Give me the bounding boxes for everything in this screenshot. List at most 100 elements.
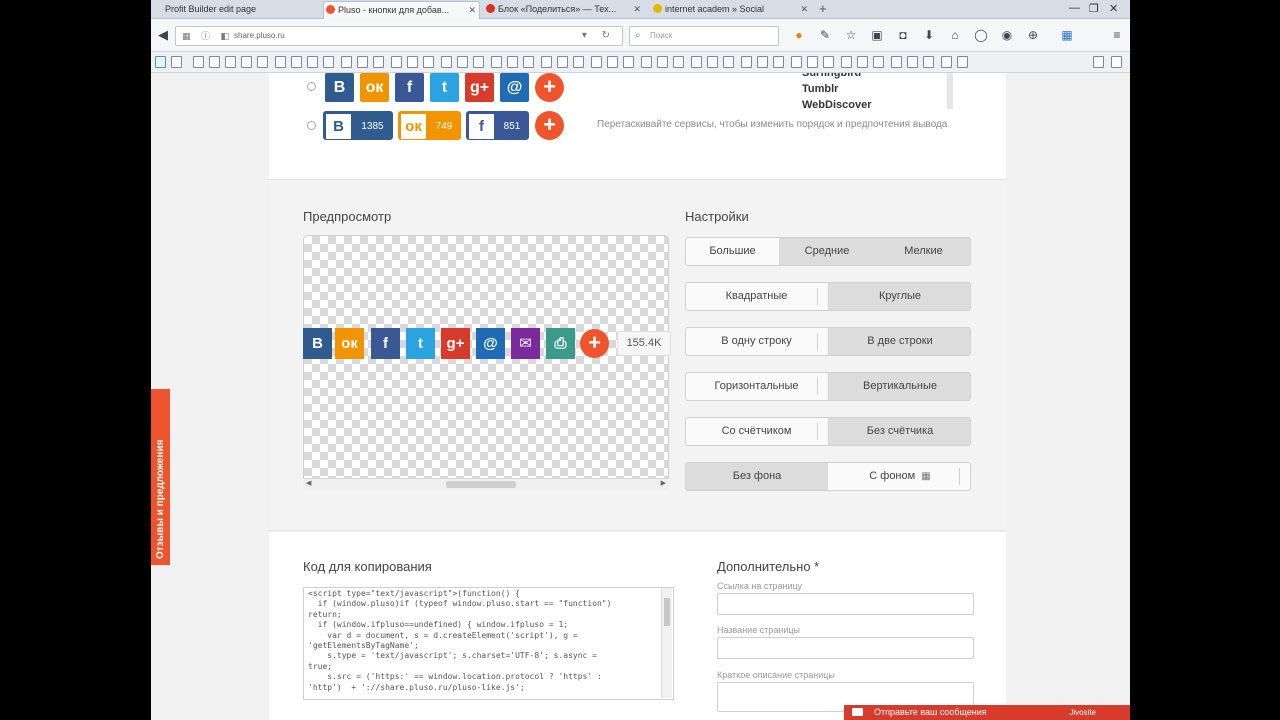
reload-icon[interactable]: ▾ ↻ [582, 27, 616, 45]
scroll-thumb[interactable] [664, 598, 670, 626]
bookmark-icon[interactable] [807, 56, 818, 68]
chat-bubble-icon[interactable]: ◯ [973, 27, 989, 43]
rows-two-option[interactable]: В две строки [828, 328, 970, 355]
bookmark-icon[interactable] [407, 56, 418, 68]
bookmark-icon[interactable] [507, 56, 518, 68]
bookmark-icon[interactable] [691, 56, 702, 68]
bookmark-icon[interactable] [457, 56, 468, 68]
bookmark-icon[interactable] [225, 56, 236, 68]
clipboard-icon[interactable]: ▣ [869, 27, 885, 43]
download-icon[interactable]: ⬇ [921, 27, 937, 43]
bookmark-icon[interactable] [741, 56, 752, 68]
bookmark-icon[interactable] [275, 56, 286, 68]
bookmark-icon[interactable] [209, 56, 220, 68]
orientation-horizontal-option[interactable]: Горизонтальные [686, 373, 827, 400]
twitter-share-icon[interactable]: t [406, 328, 435, 359]
bookmark-icon[interactable] [957, 56, 968, 68]
bookmark-icon[interactable] [673, 56, 684, 68]
tab-pluso[interactable]: Pluso - кнопки для добав... ✕ [323, 1, 480, 19]
with-counter-option[interactable]: Со счётчиком [686, 418, 827, 445]
bookmark-icon[interactable] [193, 56, 204, 68]
facebook-share-icon[interactable]: f [371, 328, 400, 359]
search-input[interactable]: ⌕ Поиск [629, 26, 779, 46]
bookmark-icon[interactable] [291, 56, 302, 68]
bookmark-icon[interactable] [641, 56, 652, 68]
scroll-right-icon[interactable]: ▶ [661, 479, 666, 487]
google-plus-share-icon[interactable]: g+ [441, 328, 470, 359]
bookmark-icon[interactable] [823, 56, 834, 68]
bookmark-icon[interactable] [373, 56, 384, 68]
bookmark-icon[interactable] [791, 56, 802, 68]
email-share-icon[interactable]: ✉ [511, 328, 540, 359]
bookmark-icon[interactable] [857, 56, 868, 68]
bookmark-icon[interactable] [757, 56, 768, 68]
services-list[interactable]: Surfingbird Tumblr WebDiscover [799, 73, 949, 111]
bookmark-icon[interactable] [907, 56, 918, 68]
sync-icon[interactable]: ⊕ [1025, 27, 1041, 43]
size-large-option[interactable]: Большие [686, 238, 779, 265]
scroll-left-icon[interactable]: ◀ [306, 479, 311, 487]
home-icon[interactable]: ⌂ [947, 27, 963, 43]
style-radio-2[interactable] [307, 121, 316, 130]
close-tab-icon[interactable]: ✕ [800, 1, 808, 17]
style-radio-1[interactable] [307, 82, 316, 91]
bookmark-icon[interactable] [1093, 56, 1104, 68]
bookmark-icon[interactable] [941, 56, 952, 68]
menu-icon[interactable]: ≡ [1109, 27, 1125, 43]
code-textarea[interactable]: <script type="text/javascript">(function… [303, 587, 674, 700]
chat-widget[interactable]: Отправьте ваш сообщения Jivosite [844, 705, 1130, 720]
pocket-icon[interactable]: ◘ [895, 27, 911, 43]
bookmark-icon[interactable] [873, 56, 884, 68]
size-small-option[interactable]: Мелкие [875, 238, 970, 265]
no-background-option[interactable]: Без фона [686, 463, 828, 490]
bookmark-icon[interactable] [591, 56, 602, 68]
bookmark-icon[interactable] [241, 56, 252, 68]
page-url-field[interactable] [717, 593, 974, 615]
url-bar[interactable]: ▦ ⓘ ◧ share.pluso.ru ▾ ↻ [175, 26, 623, 46]
bookmark-icon[interactable] [341, 56, 352, 68]
print-share-icon[interactable]: ⎙ [546, 328, 575, 359]
bookmark-icon[interactable] [541, 56, 552, 68]
vk-share-icon[interactable]: В [303, 328, 332, 359]
scroll-thumb[interactable] [446, 481, 516, 488]
preview-horizontal-scrollbar[interactable]: ◀ ▶ [303, 478, 669, 490]
bookmark-icon[interactable] [723, 56, 734, 68]
bookmark-icon[interactable] [423, 56, 434, 68]
bookmark-icon[interactable] [573, 56, 584, 68]
bookmark-icon[interactable] [607, 56, 618, 68]
extension-icon[interactable]: ● [791, 27, 807, 43]
minimize-icon[interactable]: — [1069, 2, 1080, 14]
plus-more-icon[interactable]: + [580, 329, 609, 358]
bookmark-icon[interactable] [155, 56, 166, 68]
maximize-icon[interactable]: ❐ [1089, 2, 1099, 15]
bookmark-icon[interactable] [391, 56, 402, 68]
shape-round-option[interactable]: Круглые [828, 283, 970, 310]
bookmark-icon[interactable] [1111, 56, 1122, 68]
feedback-tab[interactable]: Отзывы и предложения [151, 389, 170, 565]
bookmark-icon[interactable] [557, 56, 568, 68]
without-counter-option[interactable]: Без счётчика [828, 418, 970, 445]
bookmark-star-icon[interactable]: ☆ [843, 27, 859, 43]
bookmark-icon[interactable] [491, 56, 502, 68]
tab-share-block[interactable]: Блок «Поделиться» — Тех... ✕ [484, 1, 644, 19]
grid-icon[interactable]: ▦ [1059, 27, 1075, 43]
bookmark-icon[interactable] [357, 56, 368, 68]
rows-one-option[interactable]: В одну строку [686, 328, 827, 355]
tools-icon[interactable]: ✎ [817, 27, 833, 43]
code-scrollbar[interactable] [661, 588, 672, 698]
bookmark-icon[interactable] [891, 56, 902, 68]
bookmark-icon[interactable] [171, 56, 182, 68]
bookmark-icon[interactable] [841, 56, 852, 68]
service-item[interactable]: Surfingbird [799, 73, 949, 81]
mail-ru-share-icon[interactable]: @ [476, 328, 505, 359]
bookmark-icon[interactable] [307, 56, 318, 68]
bookmark-icon[interactable] [657, 56, 668, 68]
addon-icon[interactable]: ◉ [999, 27, 1015, 43]
bookmark-icon[interactable] [923, 56, 934, 68]
bookmark-icon[interactable] [707, 56, 718, 68]
tab-internet-academ[interactable]: internet academ » Social ✕ [651, 1, 811, 19]
bookmark-icon[interactable] [523, 56, 534, 68]
bookmark-icon[interactable] [773, 56, 784, 68]
services-scrollbar[interactable] [947, 73, 953, 109]
bookmark-icon[interactable] [473, 56, 484, 68]
